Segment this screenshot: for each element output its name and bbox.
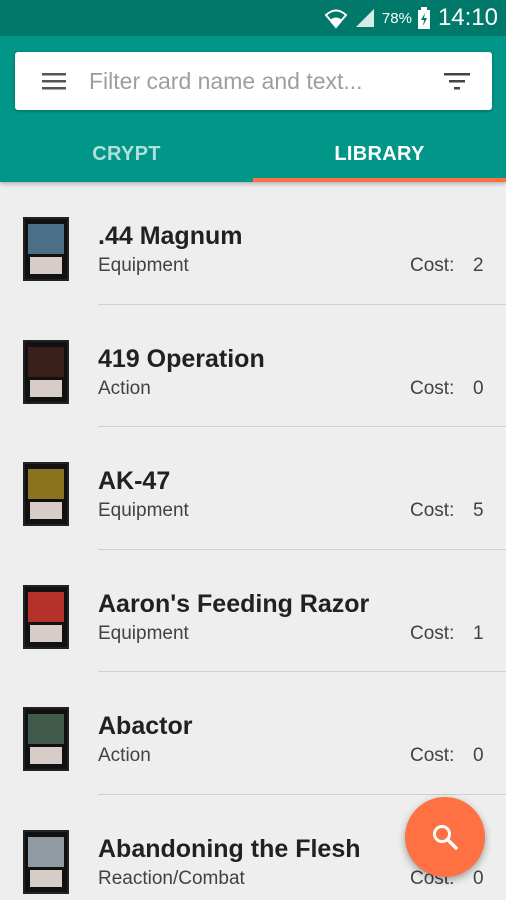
list-item[interactable]: 419 Operation Action Cost: 0 bbox=[0, 305, 506, 427]
tab-library[interactable]: LIBRARY bbox=[253, 126, 506, 182]
card-type: Reaction/Combat bbox=[98, 867, 245, 889]
search-icon bbox=[433, 825, 458, 850]
app-bar: CRYPT LIBRARY bbox=[0, 36, 506, 182]
card-thumbnail bbox=[23, 462, 69, 526]
list-item[interactable]: Abactor Action Cost: 0 bbox=[0, 672, 506, 795]
search-fab-button[interactable] bbox=[405, 797, 485, 877]
card-thumbnail bbox=[23, 707, 69, 771]
card-thumbnail bbox=[23, 829, 69, 894]
cost-value: 2 bbox=[473, 255, 484, 276]
card-type: Equipment bbox=[98, 500, 189, 521]
card-type: Equipment bbox=[98, 622, 189, 644]
card-name: .44 Magnum bbox=[98, 222, 243, 250]
filter-icon[interactable] bbox=[444, 71, 470, 91]
card-art bbox=[28, 469, 64, 499]
card-name: 419 Operation bbox=[98, 344, 265, 373]
card-name: AK-47 bbox=[98, 467, 171, 495]
cost-value: 0 bbox=[473, 745, 484, 766]
list-item[interactable]: Aaron's Feeding Razor Equipment Cost: 1 bbox=[0, 550, 506, 672]
signal-icon bbox=[355, 9, 374, 27]
card-art bbox=[28, 346, 64, 377]
status-icons: 78% 14:10 bbox=[324, 0, 498, 36]
cost-value: 1 bbox=[473, 622, 484, 644]
cost-label: Cost: bbox=[410, 745, 455, 766]
cost-value: 0 bbox=[473, 867, 484, 889]
list-item[interactable]: .44 Magnum Equipment Cost: 2 bbox=[0, 182, 506, 305]
card-name: Aaron's Feeding Razor bbox=[98, 589, 370, 618]
search-input[interactable] bbox=[89, 61, 429, 101]
card-art bbox=[28, 836, 64, 867]
list-item[interactable]: AK-47 Equipment Cost: 5 bbox=[0, 427, 506, 550]
card-thumbnail bbox=[23, 339, 69, 404]
cost-label: Cost: bbox=[410, 622, 455, 644]
cost-label: Cost: bbox=[410, 377, 455, 399]
card-thumbnail bbox=[23, 584, 69, 649]
menu-icon[interactable] bbox=[42, 71, 66, 91]
card-name: Abandoning the Flesh bbox=[98, 834, 361, 863]
card-thumbnail bbox=[23, 217, 69, 281]
card-list[interactable]: .44 Magnum Equipment Cost: 2 419 Operati… bbox=[0, 182, 506, 900]
card-type: Equipment bbox=[98, 255, 189, 276]
battery-charging-icon bbox=[417, 7, 430, 29]
card-type: Action bbox=[98, 377, 151, 399]
cost-value: 0 bbox=[473, 377, 484, 399]
card-art bbox=[28, 591, 64, 622]
card-type: Action bbox=[98, 745, 151, 766]
card-name: Abactor bbox=[98, 712, 193, 740]
cost-label: Cost: bbox=[410, 500, 455, 521]
card-art bbox=[28, 714, 64, 744]
cost-value: 5 bbox=[473, 500, 484, 521]
wifi-icon bbox=[324, 9, 348, 29]
status-bar: 78% 14:10 bbox=[0, 0, 506, 36]
tab-crypt[interactable]: CRYPT bbox=[0, 126, 253, 182]
search-box bbox=[15, 52, 492, 110]
card-art bbox=[28, 224, 64, 254]
battery-percent: 78% bbox=[381, 9, 412, 27]
cost-label: Cost: bbox=[410, 255, 455, 276]
clock: 14:10 bbox=[437, 4, 498, 31]
